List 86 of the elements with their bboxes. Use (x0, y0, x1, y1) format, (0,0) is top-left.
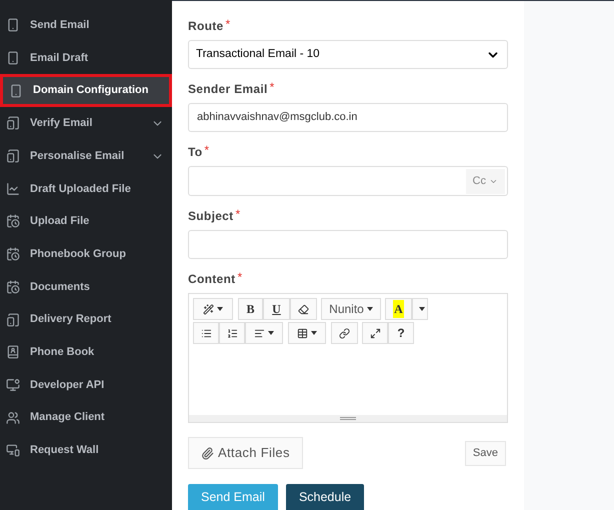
align-icon (254, 328, 265, 338)
sidebar-item[interactable]: Verify Email (0, 107, 172, 140)
field-label: Route (188, 19, 224, 33)
sidebar-label: Upload File (30, 214, 90, 230)
align-dropdown[interactable] (245, 322, 283, 344)
sidebar-label: Request Wall (30, 443, 100, 458)
sidebar-item[interactable]: Domain Configuration (0, 74, 172, 108)
save-button[interactable]: Save (464, 440, 506, 466)
caret-icon (217, 307, 223, 311)
caret-icon (366, 307, 373, 311)
wand-icon (203, 304, 214, 314)
sidebar-item[interactable]: Phonebook Group (0, 238, 172, 270)
sidebar-item[interactable]: Draft Uploaded File (0, 172, 172, 206)
sidebar-item[interactable]: Documents (0, 270, 172, 304)
sidebar-label: Phonebook Group (30, 246, 127, 262)
table-dropdown[interactable] (288, 322, 326, 344)
underline-button[interactable]: U (263, 298, 290, 320)
sidebar-label: Personalise Email (30, 148, 126, 164)
phone-icon (6, 312, 20, 327)
sender-email-field[interactable]: abhinavvaishnav@msgclub.co.in (188, 103, 508, 132)
users-icon (6, 410, 20, 425)
calendar-icon (6, 280, 20, 294)
sidebar-item[interactable]: Phone Book (0, 336, 172, 369)
color-dropdown[interactable] (412, 298, 428, 320)
sidebar-item[interactable]: Send Email (0, 9, 172, 42)
contact-book-icon (6, 345, 20, 360)
required-mark: * (226, 19, 230, 29)
font-dropdown[interactable]: Nunito (321, 298, 381, 320)
link-icon (339, 328, 350, 338)
sidebar-label: Send Email (30, 18, 90, 34)
phone-icon (6, 116, 20, 130)
schedule-button[interactable]: Schedule (286, 484, 364, 510)
phone-icon (6, 51, 20, 66)
required-mark: * (237, 272, 242, 282)
resize-handle[interactable] (189, 415, 507, 422)
calendar-icon (6, 247, 20, 262)
sidebar-item[interactable]: Delivery Report (0, 303, 172, 336)
numbered-list-icon (226, 328, 238, 338)
route-select[interactable]: Transactional Email - 10 (188, 40, 508, 69)
magic-button[interactable] (193, 298, 233, 320)
attach-files-button[interactable]: Attach Files (188, 437, 303, 469)
required-mark: * (235, 209, 240, 219)
calendar-icon (6, 214, 20, 228)
sidebar-item[interactable]: Email Draft (0, 42, 172, 74)
color-button[interactable]: A (385, 298, 412, 320)
sidebar-label: Developer API (30, 378, 106, 393)
monitor-icon (6, 378, 20, 392)
paperclip-icon (201, 446, 214, 460)
monitor-icon (6, 443, 20, 458)
sidebar-label: Verify Email (30, 116, 94, 132)
field-label: Sender Email (188, 82, 268, 96)
sidebar-item[interactable]: Upload File (0, 205, 172, 238)
help-button[interactable]: ? (388, 322, 414, 344)
phone-icon (6, 149, 20, 164)
link-button[interactable] (331, 322, 358, 344)
chart-icon (6, 182, 20, 196)
field-label: Subject (188, 209, 234, 223)
sidebar-label: Manage Client (30, 410, 106, 426)
numbered-list-button[interactable] (219, 322, 245, 344)
eraser-icon (298, 304, 309, 314)
bold-button[interactable]: B (238, 298, 263, 320)
sidebar-label: Delivery Report (30, 312, 112, 328)
sidebar-label: Phone Book (30, 344, 96, 360)
caret-icon (418, 307, 424, 311)
phone-icon (6, 18, 20, 32)
phone-icon (9, 84, 23, 98)
fullscreen-button[interactable] (362, 322, 388, 344)
sidebar-label: Documents (30, 280, 91, 295)
eraser-button[interactable] (290, 298, 317, 320)
sidebar-item[interactable]: Request Wall (0, 434, 172, 467)
sidebar-label: Draft Uploaded File (30, 182, 132, 197)
bullet-list-button[interactable] (193, 322, 219, 344)
sidebar-item[interactable]: Manage Client (0, 401, 172, 434)
subject-field[interactable] (188, 230, 508, 259)
required-mark: * (204, 145, 210, 155)
table-icon (297, 328, 308, 338)
field-label: Content (188, 272, 236, 286)
fullscreen-icon (370, 328, 380, 338)
sidebar-item[interactable]: Personalise Email (0, 140, 172, 172)
field-label: To (188, 145, 202, 159)
caret-icon (311, 331, 317, 335)
sidebar-label: Domain Configuration (33, 83, 150, 98)
sidebar-label: Email Draft (30, 50, 90, 66)
caret-icon (268, 331, 274, 335)
sidebar-item[interactable]: Developer API (0, 368, 172, 402)
required-mark: * (270, 82, 274, 92)
